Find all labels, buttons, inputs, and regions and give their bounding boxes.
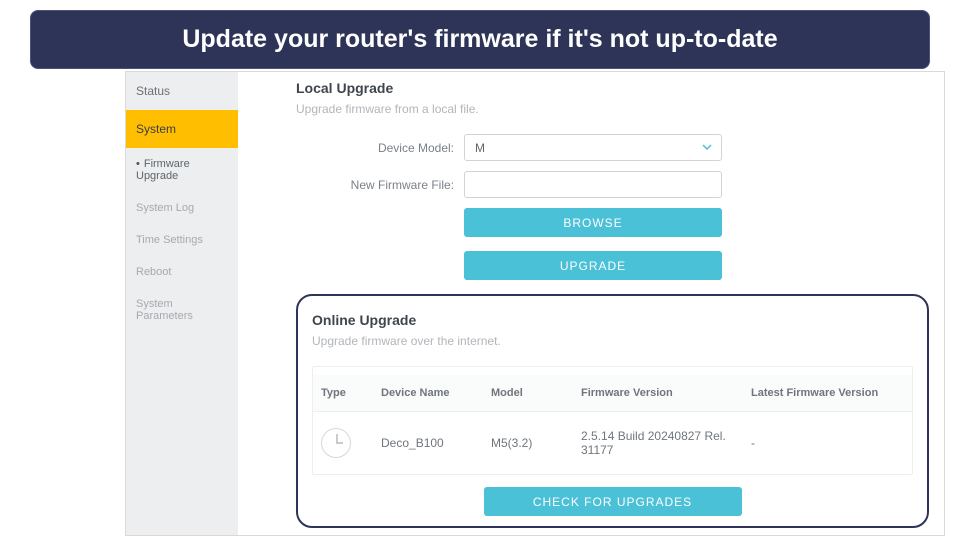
sidebar-sub-system-parameters[interactable]: System Parameters	[126, 288, 238, 332]
local-upgrade-title: Local Upgrade	[296, 80, 929, 96]
upgrade-table: Type Device Name Model Firmware Version …	[313, 375, 912, 474]
new-firmware-input[interactable]	[464, 171, 722, 198]
new-firmware-row: New Firmware File:	[296, 171, 929, 198]
sidebar-sub-firmware-upgrade[interactable]: Firmware Upgrade	[126, 148, 238, 192]
cell-device-name: Deco_B100	[373, 412, 483, 475]
device-model-label: Device Model:	[296, 141, 464, 155]
device-model-select[interactable]	[464, 134, 722, 161]
col-latest: Latest Firmware Version	[743, 375, 912, 412]
cell-model: M5(3.2)	[483, 412, 573, 475]
main-content: Local Upgrade Upgrade firmware from a lo…	[296, 76, 929, 535]
sidebar-submenu: Firmware Upgrade System Log Time Setting…	[126, 148, 238, 332]
col-firmware: Firmware Version	[573, 375, 743, 412]
app-frame: Status System Firmware Upgrade System Lo…	[125, 71, 945, 536]
browse-button[interactable]: BROWSE	[464, 208, 722, 237]
new-firmware-label: New Firmware File:	[296, 178, 464, 192]
online-upgrade-subtitle: Upgrade firmware over the internet.	[312, 334, 913, 348]
instruction-banner: Update your router's firmware if it's no…	[30, 10, 930, 69]
cell-firmware: 2.5.14 Build 20240827 Rel. 31177	[573, 412, 743, 475]
sidebar-item-status[interactable]: Status	[126, 72, 238, 110]
sidebar-item-system[interactable]: System	[126, 110, 238, 148]
sidebar-sub-reboot[interactable]: Reboot	[126, 256, 238, 288]
upgrade-table-wrap: Type Device Name Model Firmware Version …	[312, 366, 913, 475]
online-upgrade-section: Online Upgrade Upgrade firmware over the…	[296, 294, 929, 528]
sidebar-sub-system-log[interactable]: System Log	[126, 192, 238, 224]
check-for-upgrades-button[interactable]: CHECK FOR UPGRADES	[484, 487, 742, 516]
cell-type	[313, 412, 373, 475]
local-upgrade-subtitle: Upgrade firmware from a local file.	[296, 102, 929, 116]
device-model-input[interactable]	[464, 134, 722, 161]
cell-latest: -	[743, 412, 912, 475]
device-model-row: Device Model:	[296, 134, 929, 161]
clock-icon	[321, 428, 351, 458]
col-device-name: Device Name	[373, 375, 483, 412]
table-row: Deco_B100 M5(3.2) 2.5.14 Build 20240827 …	[313, 412, 912, 475]
sidebar: Status System Firmware Upgrade System Lo…	[126, 72, 238, 535]
col-type: Type	[313, 375, 373, 412]
online-upgrade-title: Online Upgrade	[312, 312, 913, 328]
table-header-row: Type Device Name Model Firmware Version …	[313, 375, 912, 412]
sidebar-sub-time-settings[interactable]: Time Settings	[126, 224, 238, 256]
col-model: Model	[483, 375, 573, 412]
upgrade-button[interactable]: UPGRADE	[464, 251, 722, 280]
